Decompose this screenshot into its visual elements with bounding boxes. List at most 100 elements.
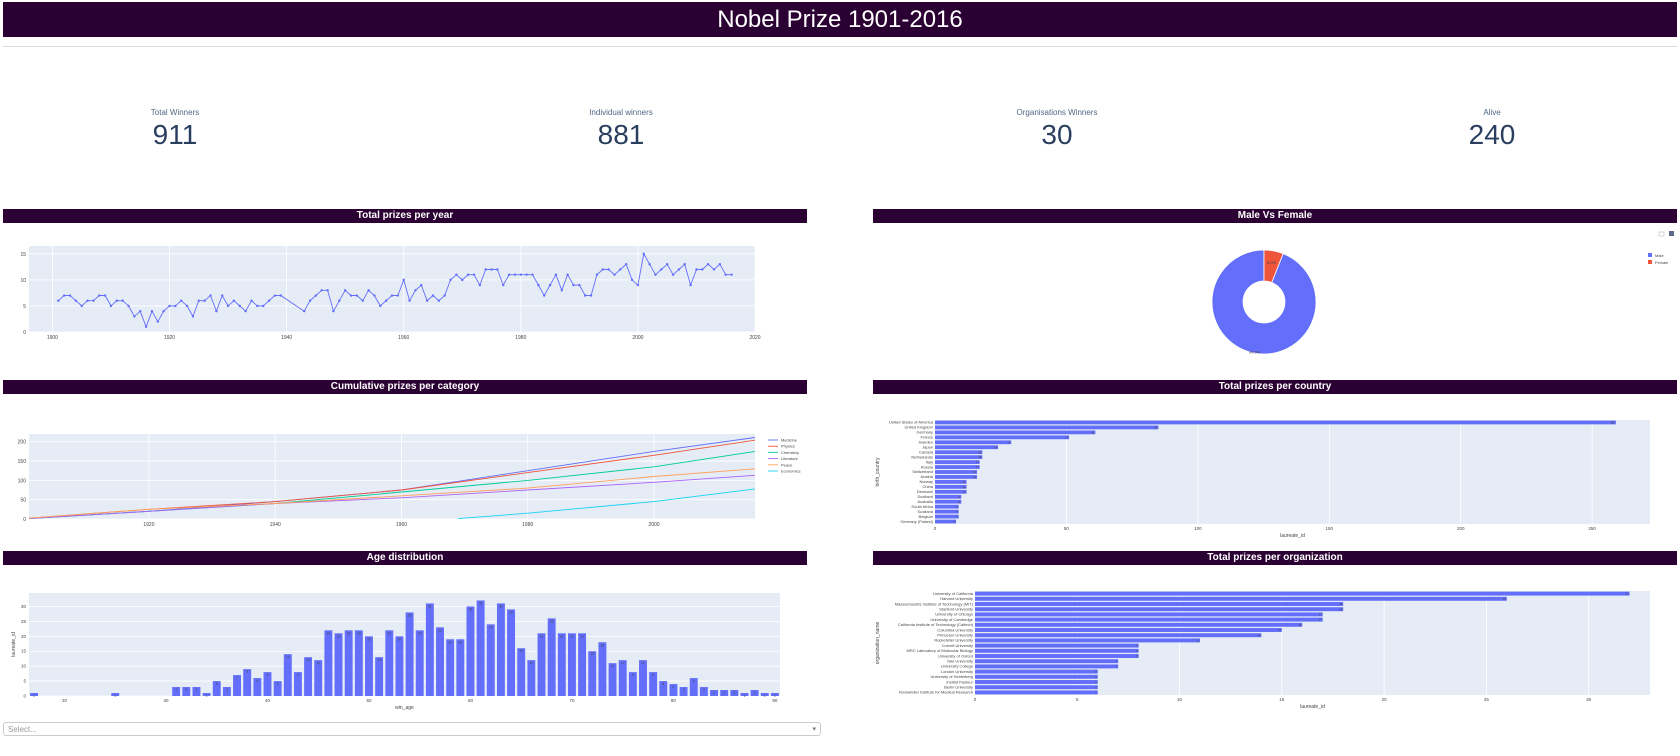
x-tick-label: 60 [468, 698, 474, 703]
bar [456, 639, 465, 696]
bar [975, 617, 1323, 622]
legend-swatch [1648, 260, 1652, 264]
category-select[interactable]: Select... ▾ [3, 722, 821, 736]
legend-label: Female [1655, 260, 1669, 265]
bar-value-label: 22 [418, 631, 422, 635]
x-tick-label: 1940 [270, 522, 281, 528]
y-tick-label: 100 [18, 478, 27, 484]
kpi-label: Alive [1483, 108, 1501, 117]
bar-value-label: 3 [683, 688, 685, 692]
bar-value-label: 9 [246, 670, 248, 674]
x-axis-title: laureate_id [1300, 704, 1325, 710]
data-point [601, 268, 604, 271]
data-point [226, 304, 230, 308]
data-point [437, 299, 441, 302]
x-tick-label: 30 [1586, 697, 1592, 702]
kpi-organisation-winners: Organisations Winners 30 [907, 108, 1207, 151]
legend-label: Male [1655, 253, 1664, 258]
page-title: Nobel Prize 1901-2016 [3, 2, 1677, 37]
bar-value-label: 20 [398, 637, 402, 641]
data-point [636, 283, 640, 287]
slice-label: 94.0% [1249, 350, 1261, 355]
data-point [408, 299, 411, 302]
data-point [689, 283, 692, 287]
data-point [613, 273, 616, 276]
section-header-organization: Total prizes per organization [873, 551, 1677, 565]
data-point [367, 289, 370, 292]
data-point [98, 294, 101, 297]
data-point [431, 294, 435, 297]
kpi-total-winners: Total Winners 911 [25, 108, 325, 151]
data-point [519, 273, 523, 276]
legend-label: Medicine [781, 438, 798, 443]
bar [935, 435, 1070, 440]
data-point [261, 304, 265, 308]
bar-value-label: 12 [530, 661, 534, 665]
data-point [630, 278, 634, 282]
bar [975, 669, 1098, 674]
bar-value-label: 1 [206, 694, 208, 698]
data-point [461, 278, 464, 282]
bar-value-label: 19 [448, 640, 452, 644]
x-tick-label: 200 [1457, 526, 1465, 531]
data-point [543, 294, 546, 297]
bar [466, 606, 475, 696]
bar-value-label: 1 [774, 694, 776, 698]
data-point [683, 263, 686, 266]
data-point [619, 268, 622, 271]
data-point [443, 294, 446, 297]
x-tick-label: 20 [1382, 697, 1388, 702]
bar [935, 475, 978, 479]
kpi-label: Total Winners [150, 108, 200, 117]
bar [588, 651, 597, 696]
data-point [531, 273, 534, 276]
x-tick-label: 20 [62, 698, 68, 703]
data-point [273, 294, 277, 297]
bar-value-label: 3 [226, 688, 228, 692]
data-point [326, 289, 329, 292]
bar-value-label: 11 [611, 664, 615, 668]
bar [283, 654, 292, 696]
y-tick-label: 10 [20, 278, 26, 284]
x-tick-label: 1980 [522, 522, 533, 528]
bar [425, 603, 434, 696]
data-point [706, 263, 710, 266]
data-point [671, 273, 675, 276]
x-tick-label: 150 [1326, 526, 1334, 531]
bar [496, 603, 505, 696]
bar-value-label: 3 [185, 688, 187, 692]
bar [415, 630, 424, 696]
bar [578, 633, 587, 696]
bar [935, 440, 1012, 445]
bar-value-label: 28 [408, 613, 412, 617]
download-icon [1658, 231, 1665, 237]
bar-value-label: 32 [479, 601, 483, 605]
bar-value-label: 2 [713, 691, 715, 695]
bar [304, 657, 313, 696]
y-tick-label: 5 [23, 304, 26, 310]
data-point [607, 268, 610, 271]
data-point [232, 299, 236, 302]
bar [639, 660, 647, 696]
bar-value-label: 22 [388, 631, 392, 635]
bar-value-label: 6 [256, 679, 258, 683]
x-tick-label: 2020 [749, 335, 760, 341]
data-point [314, 294, 318, 297]
x-tick-label: 1900 [47, 335, 58, 341]
data-point [332, 309, 335, 313]
data-point [589, 294, 593, 297]
bar [975, 643, 1139, 648]
data-point [174, 304, 177, 308]
bar [365, 636, 373, 696]
bar [537, 633, 546, 696]
bar-value-label: 12 [621, 661, 625, 665]
x-tick-label: 0 [974, 697, 977, 702]
kpi-alive: Alive 240 [1342, 108, 1642, 151]
data-point [396, 294, 400, 297]
x-tick-label: 90 [772, 698, 778, 703]
bar-value-label: 21 [540, 634, 544, 638]
bar [354, 630, 363, 696]
chevron-down-icon[interactable]: ▾ [812, 723, 816, 737]
bar [935, 455, 983, 460]
data-point [712, 268, 716, 271]
